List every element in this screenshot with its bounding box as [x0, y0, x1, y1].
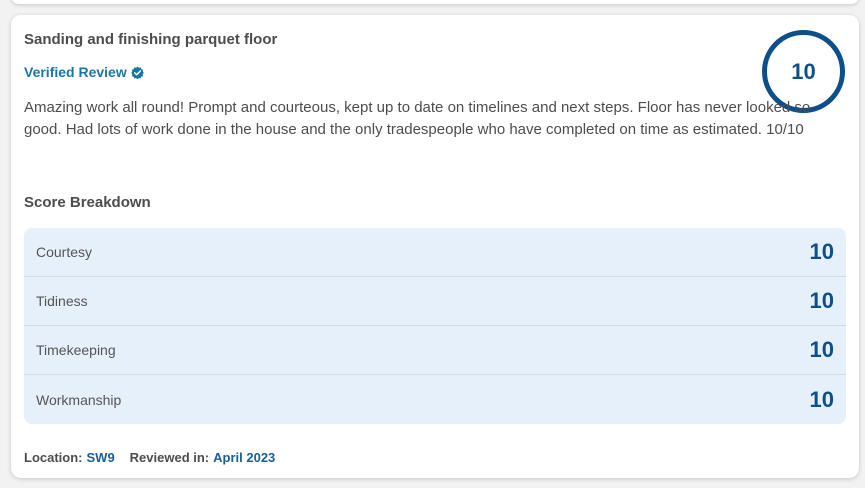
breakdown-score: 10	[809, 239, 834, 264]
overall-score-value: 10	[791, 58, 816, 84]
reviewed-in-value: April 2023	[213, 450, 276, 465]
score-breakdown-title: Score Breakdown	[24, 194, 151, 211]
reviewed-in-label: Reviewed in:	[129, 450, 210, 465]
breakdown-label: Tidiness	[36, 293, 88, 309]
breakdown-row-timekeeping: Timekeeping 10	[24, 326, 846, 375]
location-value: SW9	[86, 450, 115, 465]
location-label: Location:	[24, 450, 83, 465]
breakdown-row-tidiness: Tidiness 10	[24, 277, 846, 326]
breakdown-row-courtesy: Courtesy 10	[24, 228, 846, 277]
review-text: Amazing work all round! Prompt and court…	[24, 99, 811, 138]
review-card: Sanding and finishing parquet floor Veri…	[11, 15, 859, 478]
breakdown-score: 10	[809, 337, 834, 362]
verified-check-icon	[130, 65, 144, 79]
verified-review-label: Verified Review	[24, 64, 127, 80]
score-breakdown-table: Courtesy 10 Tidiness 10 Timekeeping 10 W…	[24, 228, 846, 424]
review-title: Sanding and finishing parquet floor	[24, 31, 278, 48]
review-footer: Location: SW9 Reviewed in: April 2023	[24, 450, 275, 465]
breakdown-label: Timekeeping	[36, 342, 116, 358]
previous-review-card	[11, 0, 859, 4]
verified-review-badge: Verified Review	[24, 64, 144, 80]
breakdown-score: 10	[809, 288, 834, 313]
breakdown-label: Workmanship	[36, 391, 122, 408]
breakdown-score: 10	[809, 386, 834, 412]
breakdown-row-workmanship: Workmanship 10	[24, 375, 846, 424]
breakdown-label: Courtesy	[36, 244, 93, 260]
